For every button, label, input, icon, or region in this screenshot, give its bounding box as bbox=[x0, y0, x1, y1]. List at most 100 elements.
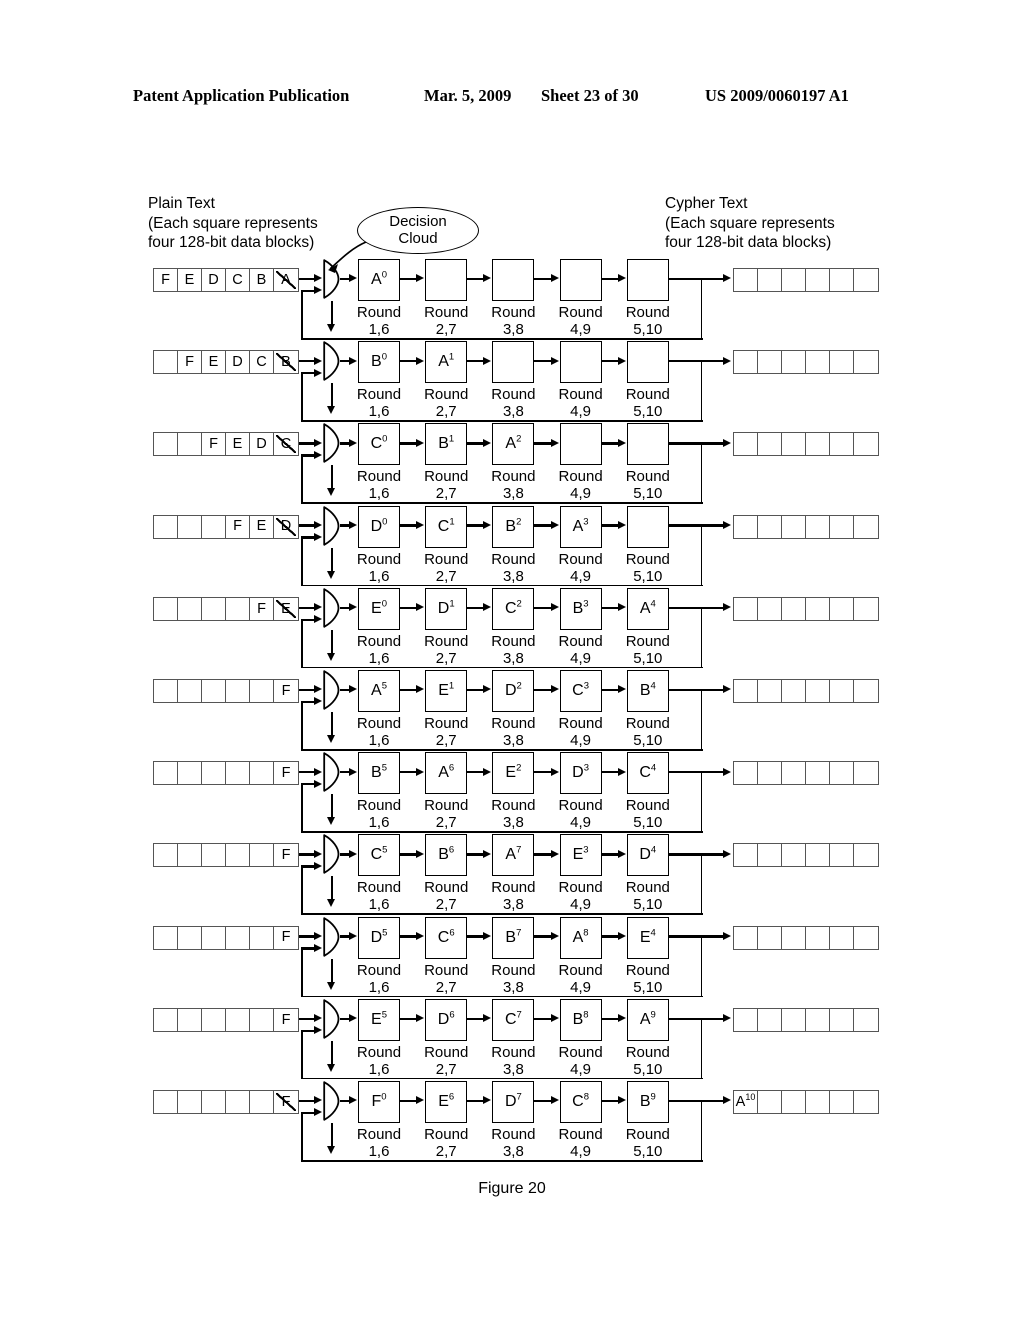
round-box-r11-s5[interactable]: B9 bbox=[626, 1081, 669, 1123]
multiplexer-11[interactable] bbox=[323, 1081, 340, 1121]
multiplexer-3[interactable] bbox=[323, 423, 340, 464]
round-box-r4-s4[interactable]: A3 bbox=[559, 505, 602, 548]
round-box-r5-s3[interactable]: C2 bbox=[492, 587, 535, 630]
round-box-r1-s5[interactable] bbox=[626, 259, 669, 301]
multiplexer-5[interactable] bbox=[323, 588, 340, 628]
arrow-head-right bbox=[483, 1096, 492, 1105]
round-box-r11-s3[interactable]: D7 bbox=[492, 1081, 535, 1123]
round-box-r7-s2[interactable]: A6 bbox=[425, 752, 468, 795]
round-box-r2-s2[interactable]: A1 bbox=[425, 341, 468, 384]
round-box-r6-s4[interactable]: C3 bbox=[559, 670, 602, 712]
multiplexer-6[interactable] bbox=[323, 670, 340, 710]
connector-line bbox=[534, 524, 552, 527]
round-box-r1-s4[interactable] bbox=[559, 259, 602, 301]
plain-text-strip-row-7[interactable]: F bbox=[153, 761, 299, 786]
plain-text-strip-row-11[interactable]: F bbox=[153, 1090, 299, 1114]
plain-text-strip-row-10[interactable]: F bbox=[153, 1007, 299, 1032]
multiplexer-4[interactable] bbox=[323, 505, 340, 546]
plain-text-strip-row-4[interactable]: FED bbox=[153, 514, 299, 539]
arrow-head-right bbox=[416, 603, 425, 612]
round-box-r10-s5[interactable]: A9 bbox=[626, 998, 669, 1041]
round-box-r1-s2[interactable] bbox=[425, 259, 468, 301]
round-box-r5-s4[interactable]: B3 bbox=[559, 587, 602, 630]
round-box-r5-s2[interactable]: D1 bbox=[425, 587, 468, 630]
multiplexer-2[interactable] bbox=[323, 341, 340, 381]
round-box-r10-s3[interactable]: C7 bbox=[492, 998, 535, 1041]
cypher-text-strip-row-1[interactable] bbox=[733, 268, 879, 292]
round-label-line2: 1,6 bbox=[368, 403, 390, 421]
round-box-r1-s3[interactable] bbox=[492, 259, 535, 301]
round-box-r10-s2[interactable]: D6 bbox=[425, 998, 468, 1041]
round-box-r4-s3[interactable]: B2 bbox=[492, 505, 535, 548]
multiplexer-10[interactable] bbox=[323, 999, 340, 1039]
round-box-r11-s2[interactable]: E6 bbox=[425, 1081, 468, 1123]
cypher-text-strip-row-9[interactable] bbox=[733, 925, 879, 950]
round-label-r5-s2: Round 2,7 bbox=[411, 633, 481, 667]
round-box-label: B2 bbox=[505, 516, 522, 535]
round-label-line2: 3,8 bbox=[502, 567, 524, 585]
round-box-r2-s1[interactable]: B0 bbox=[358, 341, 400, 384]
cypher-text-strip-row-4[interactable] bbox=[733, 514, 879, 539]
round-box-r5-s5[interactable]: A4 bbox=[626, 587, 669, 630]
round-box-r2-s4[interactable] bbox=[559, 341, 602, 384]
round-box-r11-s1[interactable]: F0 bbox=[358, 1081, 400, 1123]
round-box-r4-s1[interactable]: D0 bbox=[358, 505, 400, 548]
cypher-text-strip-row-8[interactable] bbox=[733, 843, 879, 868]
cypher-text-strip-row-11[interactable]: A10 bbox=[733, 1090, 879, 1114]
cypher-text-strip-row-6[interactable] bbox=[733, 679, 879, 703]
round-box-r3-s5[interactable] bbox=[626, 423, 669, 466]
round-box-r8-s3[interactable]: A7 bbox=[492, 834, 535, 877]
round-box-r7-s1[interactable]: B5 bbox=[358, 752, 400, 795]
round-box-r7-s3[interactable]: E2 bbox=[492, 752, 535, 795]
round-box-r5-s1[interactable]: E0 bbox=[358, 587, 400, 630]
cell-glyph: B bbox=[281, 353, 291, 370]
connector-line bbox=[700, 279, 703, 338]
round-label-line2: 4,9 bbox=[570, 649, 592, 667]
round-box-r2-s5[interactable] bbox=[626, 341, 669, 384]
round-box-r6-s3[interactable]: D2 bbox=[492, 670, 535, 712]
round-label-line2: 3,8 bbox=[502, 732, 524, 749]
round-label-r10-s3: Round 3,8 bbox=[478, 1044, 548, 1078]
round-box-r7-s4[interactable]: D3 bbox=[559, 752, 602, 795]
arrow-head-right bbox=[483, 932, 492, 940]
round-box-r9-s4[interactable]: A8 bbox=[559, 916, 602, 959]
round-box-r3-s3[interactable]: A2 bbox=[492, 423, 535, 466]
round-box-r8-s4[interactable]: E3 bbox=[559, 834, 602, 877]
plain-text-strip-row-3[interactable]: FEDC bbox=[153, 432, 299, 457]
round-box-r6-s5[interactable]: B4 bbox=[626, 670, 669, 712]
round-box-r11-s4[interactable]: C8 bbox=[559, 1081, 602, 1123]
round-box-r2-s3[interactable] bbox=[492, 341, 535, 384]
cypher-text-strip-row-2[interactable] bbox=[733, 350, 879, 375]
cypher-text-strip-row-7[interactable] bbox=[733, 761, 879, 786]
round-box-r10-s4[interactable]: B8 bbox=[559, 998, 602, 1041]
plain-text-strip-row-1[interactable]: FEDCBA bbox=[153, 268, 299, 292]
round-box-r3-s1[interactable]: C0 bbox=[358, 423, 400, 466]
round-box-r9-s3[interactable]: B7 bbox=[492, 916, 535, 959]
round-box-r3-s2[interactable]: B1 bbox=[425, 423, 468, 466]
plain-text-strip-row-5[interactable]: FE bbox=[153, 596, 299, 621]
plain-text-strip-row-2[interactable]: FEDCB bbox=[153, 350, 299, 375]
multiplexer-9[interactable] bbox=[323, 916, 340, 957]
plain-text-strip-row-9[interactable]: F bbox=[153, 925, 299, 950]
round-box-r9-s2[interactable]: C6 bbox=[425, 916, 468, 959]
round-box-r6-s1[interactable]: A5 bbox=[358, 670, 400, 712]
round-box-r8-s2[interactable]: B6 bbox=[425, 834, 468, 877]
multiplexer-8[interactable] bbox=[323, 834, 340, 875]
round-box-r8-s5[interactable]: D4 bbox=[626, 834, 669, 877]
plain-text-strip-row-8[interactable]: F bbox=[153, 843, 299, 868]
multiplexer-7[interactable] bbox=[323, 752, 340, 792]
cypher-text-strip-row-10[interactable] bbox=[733, 1007, 879, 1032]
round-box-r4-s5[interactable] bbox=[626, 505, 669, 548]
cypher-text-strip-row-5[interactable] bbox=[733, 596, 879, 621]
round-box-r4-s2[interactable]: C1 bbox=[425, 505, 468, 548]
round-box-r9-s5[interactable]: E4 bbox=[626, 916, 669, 959]
round-box-r10-s1[interactable]: E5 bbox=[358, 998, 400, 1041]
round-box-r9-s1[interactable]: D5 bbox=[358, 916, 400, 959]
round-box-superscript: 6 bbox=[448, 762, 455, 774]
round-box-r7-s5[interactable]: C4 bbox=[626, 752, 669, 795]
plain-text-strip-row-6[interactable]: F bbox=[153, 679, 299, 703]
round-box-r6-s2[interactable]: E1 bbox=[425, 670, 468, 712]
round-box-r8-s1[interactable]: C5 bbox=[358, 834, 400, 877]
round-box-r3-s4[interactable] bbox=[559, 423, 602, 466]
cypher-text-strip-row-3[interactable] bbox=[733, 432, 879, 457]
